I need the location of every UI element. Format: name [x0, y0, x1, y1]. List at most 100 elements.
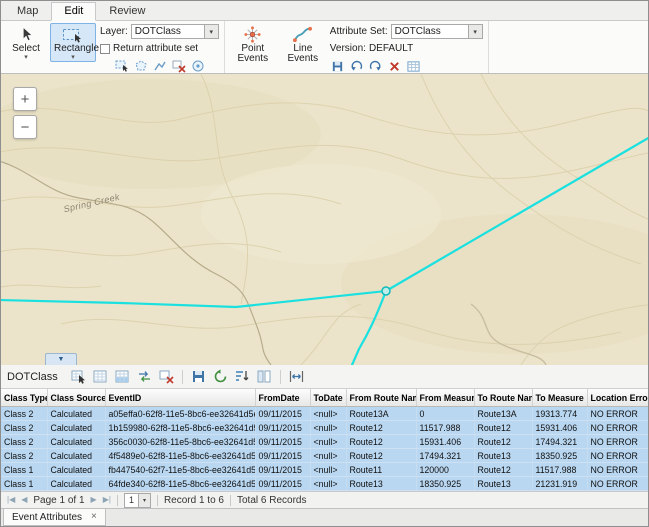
map-canvas[interactable]: [1, 74, 648, 365]
event-attributes-tab-label: Event Attributes: [12, 512, 82, 523]
toolbar-separator: [182, 370, 183, 384]
column-header[interactable]: Location Error: [587, 389, 648, 407]
record-range-label: Record 1 to 6: [164, 495, 224, 506]
column-header[interactable]: FromDate: [255, 389, 310, 407]
switch-selection-icon[interactable]: [135, 368, 154, 386]
select-button[interactable]: Select ▾: [6, 23, 46, 62]
delete-event-icon[interactable]: [387, 58, 403, 74]
attribute-set-dropdown[interactable]: DOTClass ▾: [391, 24, 483, 39]
table-row[interactable]: Class 2Calculateda05effa0-62f8-11e5-8bc6…: [1, 407, 648, 421]
table-row[interactable]: Class 2Calculated356c0030-62f8-11e5-8bc6…: [1, 435, 648, 449]
table-cell: Calculated: [47, 477, 105, 491]
select-by-line-icon[interactable]: [152, 58, 168, 74]
point-events-button[interactable]: Point Events: [230, 23, 276, 65]
table-cell: <null>: [310, 407, 346, 421]
column-header[interactable]: To Route Name: [474, 389, 532, 407]
edit-events-group: Point Events Line Events Attribute Set: …: [225, 21, 489, 73]
table-row[interactable]: Class 2Calculated1b159980-62f8-11e5-8bc6…: [1, 421, 648, 435]
column-header[interactable]: ToDate: [310, 389, 346, 407]
clear-table-selection-icon[interactable]: [157, 368, 176, 386]
last-page-button[interactable]: ▶|: [103, 496, 111, 504]
ribbon-tabstrip: Map Edit Review: [1, 1, 648, 21]
table-cell: 09/11/2015: [255, 435, 310, 449]
select-pointer-icon: [19, 25, 33, 44]
event-attributes-panel: DOTClass Class TypeClass SourceEventIDFr…: [1, 365, 648, 508]
next-page-button[interactable]: ▶: [91, 496, 97, 504]
table-cell: Class 2: [1, 449, 47, 463]
tab-edit[interactable]: Edit: [51, 2, 96, 21]
show-selected-records-icon[interactable]: [113, 368, 132, 386]
column-header[interactable]: Class Type: [1, 389, 47, 407]
sort-descending-icon[interactable]: [233, 368, 252, 386]
table-cell: Route13A: [346, 407, 416, 421]
table-row[interactable]: Class 1Calculatedfb447540-62f7-11e5-8bc6…: [1, 463, 648, 477]
zoom-out-button[interactable]: −: [13, 115, 37, 139]
table-header-row: Class TypeClass SourceEventIDFromDateToD…: [1, 389, 648, 407]
save-edits-icon[interactable]: [330, 58, 346, 74]
show-all-records-icon[interactable]: [91, 368, 110, 386]
table-cell: 18350.925: [532, 449, 587, 463]
table-cell: Route12: [474, 421, 532, 435]
table-cell: Route12: [346, 449, 416, 463]
column-header[interactable]: From Route Name: [346, 389, 416, 407]
rectangle-select-button[interactable]: Rectangle ▾: [50, 23, 96, 62]
page-indicator: Page 1 of 1: [33, 495, 84, 506]
line-events-button[interactable]: Line Events: [280, 23, 326, 65]
clear-selection-icon[interactable]: [171, 58, 187, 74]
table-cell: NO ERROR: [587, 477, 648, 491]
zoom-in-button[interactable]: +: [13, 87, 37, 111]
map-view[interactable]: Spring Creek + − ▼: [1, 74, 648, 365]
tab-review[interactable]: Review: [96, 2, 158, 21]
layer-dropdown[interactable]: DOTClass ▾: [131, 24, 219, 39]
column-chooser-icon[interactable]: [255, 368, 274, 386]
layer-title: DOTClass: [7, 371, 58, 383]
undo-icon[interactable]: [349, 58, 365, 74]
column-header[interactable]: Class Source: [47, 389, 105, 407]
previous-page-button[interactable]: ◀: [21, 496, 27, 504]
table-cell: 21231.919: [532, 477, 587, 491]
return-attribute-set-checkbox[interactable]: [100, 44, 110, 54]
table-cell: 09/11/2015: [255, 463, 310, 477]
table-cell: NO ERROR: [587, 435, 648, 449]
first-page-button[interactable]: |◀: [7, 496, 15, 504]
page-size-dropdown[interactable]: 1 ▾: [124, 493, 151, 508]
pager-separator: [117, 495, 118, 506]
table-cell: 11517.988: [532, 463, 587, 477]
tab-event-attributes[interactable]: Event Attributes ×: [3, 509, 106, 526]
table-row[interactable]: Class 2Calculated4f5489e0-62f8-11e5-8bc6…: [1, 449, 648, 463]
ribbon: Select ▾ Rectangle ▾ Layer: DOTClass: [1, 21, 648, 74]
select-by-polygon-icon[interactable]: [133, 58, 149, 74]
save-records-icon[interactable]: [189, 368, 208, 386]
table-cell: <null>: [310, 435, 346, 449]
close-icon[interactable]: ×: [91, 512, 97, 522]
select-button-label: Select: [12, 44, 40, 54]
route-junction-marker[interactable]: [382, 287, 390, 295]
column-header[interactable]: EventID: [105, 389, 255, 407]
table-cell: Class 2: [1, 435, 47, 449]
select-records-icon[interactable]: [69, 368, 88, 386]
column-header[interactable]: From Measure: [416, 389, 474, 407]
table-cell: 09/11/2015: [255, 449, 310, 463]
fit-columns-icon[interactable]: [287, 368, 306, 386]
line-events-label: Line Events: [284, 44, 322, 64]
table-cell: Route13: [474, 449, 532, 463]
table-cell: 4f5489e0-62f8-11e5-8bc6-ee32641d5ec9: [105, 449, 255, 463]
selection-options-icon[interactable]: [190, 58, 206, 74]
tab-map[interactable]: Map: [4, 2, 51, 21]
redo-icon[interactable]: [368, 58, 384, 74]
table-row[interactable]: Class 1Calculated64fde340-62f8-11e5-8bc6…: [1, 477, 648, 491]
table-cell: Calculated: [47, 449, 105, 463]
chevron-down-icon: ▾: [71, 54, 75, 61]
select-by-rectangle-icon[interactable]: [114, 58, 130, 74]
table-cell: 17494.321: [532, 435, 587, 449]
chevron-down-icon: ▾: [24, 54, 28, 61]
event-attributes-grid-icon[interactable]: [406, 58, 422, 74]
table-cell: a05effa0-62f8-11e5-8bc6-ee32641d5ec9: [105, 407, 255, 421]
table-cell: 17494.321: [416, 449, 474, 463]
refresh-icon[interactable]: [211, 368, 230, 386]
table-cell: 09/11/2015: [255, 407, 310, 421]
pager-separator: [157, 495, 158, 506]
layer-value: DOTClass: [132, 26, 204, 37]
panel-collapse-button[interactable]: ▼: [45, 353, 77, 365]
column-header[interactable]: To Measure: [532, 389, 587, 407]
